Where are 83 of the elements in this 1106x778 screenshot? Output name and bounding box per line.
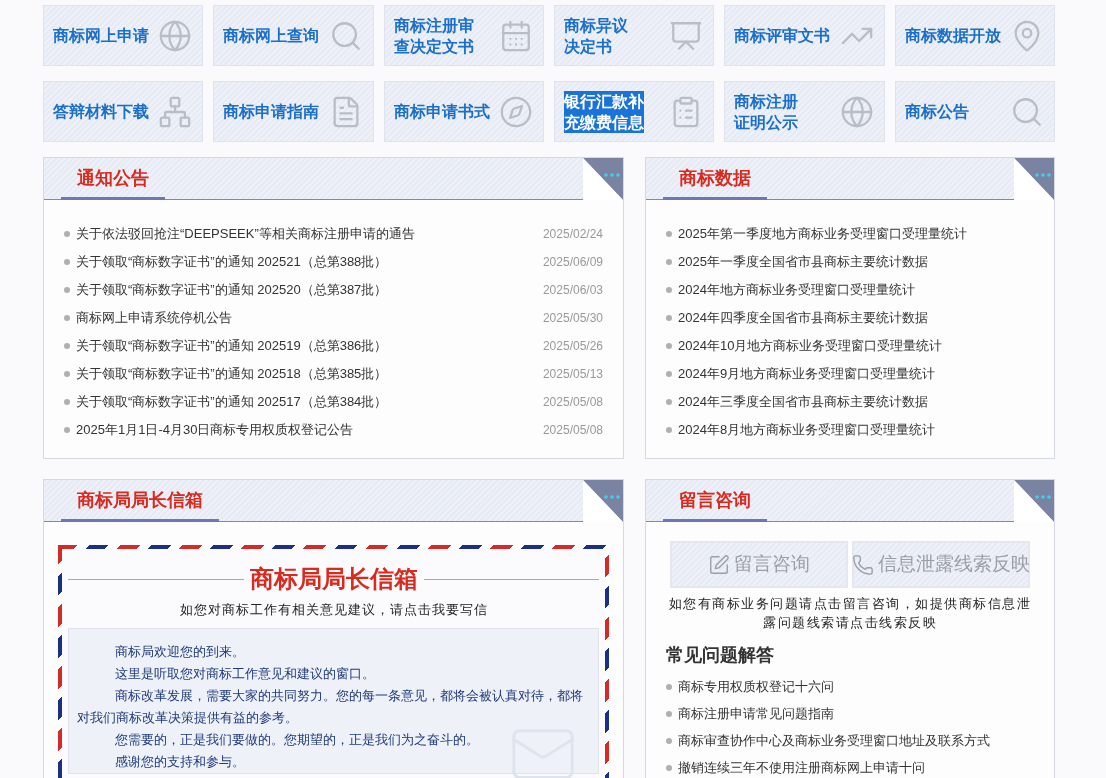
- edit-icon: [708, 553, 730, 576]
- statistics-link[interactable]: 2024年8月地方商标业务受理窗口受理量统计: [678, 420, 936, 440]
- bullet-icon: [64, 399, 70, 405]
- bullet-icon: [666, 399, 672, 405]
- bullet-icon: [64, 287, 70, 293]
- bullet-icon: [666, 231, 672, 237]
- faq-heading: 常见问题解答: [666, 644, 775, 667]
- shortcut-tile[interactable]: 商标网上申请: [43, 5, 204, 66]
- statistics-link[interactable]: 2025年一季度全国省市县商标主要统计数据: [678, 252, 928, 272]
- statistics-link[interactable]: 2025年第一季度地方商标业务受理窗口受理量统计: [678, 224, 967, 244]
- panel-title: 商标局局长信箱: [77, 488, 203, 512]
- shortcut-tile[interactable]: 商标数据开放: [894, 5, 1055, 66]
- mailbox-heading: 商标局局长信箱: [249, 564, 418, 594]
- more-button[interactable]: [1014, 480, 1054, 522]
- bullet-icon: [666, 427, 672, 433]
- notice-link[interactable]: 关于领取“商标数字证书”的通知 202520（总第387批）: [76, 280, 543, 300]
- notice-link[interactable]: 关于依法驳回抢注“DEEPSEEK”等相关商标注册申请的通告: [76, 224, 543, 244]
- shortcut-tile[interactable]: 商标申请指南: [213, 81, 374, 142]
- bullet-icon: [666, 683, 672, 690]
- notice-link[interactable]: 关于领取“商标数字证书”的通知 202517（总第384批）: [76, 392, 543, 412]
- statistics-link[interactable]: 2024年9月地方商标业务受理窗口受理量统计: [678, 364, 936, 384]
- shortcut-tile[interactable]: 商标申请书式: [383, 81, 544, 142]
- shortcut-tile[interactable]: 商标注册 证明公示: [724, 81, 885, 142]
- faq-link[interactable]: 商标审查协作中心及商标业务受理窗口地址及联系方式: [678, 730, 990, 751]
- bullet-icon: [666, 710, 672, 717]
- notice-link[interactable]: 关于领取“商标数字证书”的通知 202521（总第388批）: [76, 252, 543, 272]
- faq-link[interactable]: 撤销连续三年不使用注册商标网上申请十问: [678, 757, 925, 778]
- globe-icon: [839, 94, 874, 129]
- bullet-icon: [666, 371, 672, 377]
- notice-link[interactable]: 商标网上申请系统停机公告: [76, 308, 543, 328]
- panel-title: 通知公告: [77, 166, 149, 190]
- notice-date: 2025/05/30: [542, 310, 603, 327]
- bullet-icon: [666, 764, 672, 771]
- shortcut-tile[interactable]: 商标注册审 查决定文书: [383, 5, 544, 66]
- bullet-icon: [64, 343, 70, 349]
- notice-date: 2025/05/13: [542, 366, 603, 383]
- hierarchy-icon: [158, 94, 193, 129]
- bullet-icon: [666, 343, 672, 349]
- mailbox-subtitle[interactable]: 如您对商标工作有相关意见建议，请点击我要写信: [68, 600, 599, 620]
- notice-date: 2025/05/08: [542, 422, 603, 439]
- letter-paragraph: 商标局欢迎您的到来。: [113, 642, 246, 661]
- notice-date: 2025/05/08: [542, 394, 603, 411]
- bullet-icon: [64, 427, 70, 433]
- faq-link[interactable]: 商标专用权质权登记十六问: [678, 676, 834, 697]
- bullet-icon: [64, 315, 70, 321]
- bullet-icon: [666, 287, 672, 293]
- globe-icon: [158, 18, 193, 53]
- letter-paragraph: 感谢您的支持和参与。: [113, 752, 246, 771]
- more-button[interactable]: [1014, 158, 1054, 200]
- bullet-icon: [64, 259, 70, 265]
- phone-icon: [852, 553, 874, 576]
- statistics-link[interactable]: 2024年10月地方商标业务受理窗口受理量统计: [678, 336, 943, 356]
- letter-paragraph: 这里是听取您对商标工作意见和建议的窗口。: [113, 664, 376, 683]
- notice-link[interactable]: 关于领取“商标数字证书”的通知 202519（总第386批）: [76, 336, 543, 356]
- letter-paragraph: 商标改革发展，需要大家的共同努力。您的每一条意见，都将会被认真对待，都将对我们商标改革决策提供有益的参考。: [77, 686, 584, 727]
- notice-date: 2025/05/26: [542, 338, 603, 355]
- panel-title: 留言咨询: [679, 488, 751, 512]
- letter-paragraph: 您需要的，正是我们要做的。您期望的，正是我们为之奋斗的。: [113, 730, 480, 749]
- statistics-link[interactable]: 2024年地方商标业务受理窗口受理量统计: [678, 280, 915, 300]
- shortcut-tile[interactable]: 答辩材料下载: [43, 81, 204, 142]
- notice-link[interactable]: 关于领取“商标数字证书”的通知 202518（总第385批）: [76, 364, 543, 384]
- notice-date: 2025/06/09: [542, 254, 603, 271]
- statistics-link[interactable]: 2024年四季度全国省市县商标主要统计数据: [678, 308, 928, 328]
- shortcut-tile[interactable]: 商标公告: [894, 81, 1055, 142]
- more-button[interactable]: [583, 158, 623, 200]
- panel-title: 商标数据: [679, 166, 751, 190]
- bullet-icon: [666, 737, 672, 744]
- calendar-icon: [499, 18, 533, 53]
- notice-date: 2025/06/03: [542, 282, 603, 299]
- bullet-icon: [64, 371, 70, 377]
- bullet-icon: [666, 259, 672, 265]
- notice-date: 2025/02/24: [542, 226, 603, 243]
- more-button[interactable]: [583, 480, 623, 522]
- consult-description: 如您有商标业务问题请点击留言咨询，如提供商标信息泄露问题线索请点击线索反映: [667, 595, 1033, 632]
- statistics-link[interactable]: 2024年三季度全国省市县商标主要统计数据: [678, 392, 928, 412]
- shortcut-tile[interactable]: 商标网上查询: [213, 5, 374, 66]
- notice-link[interactable]: 2025年1月1日-4月30日商标专用权质权登记公告: [76, 420, 543, 440]
- shortcut-tile[interactable]: 商标异议 决定书: [554, 5, 715, 66]
- bullet-icon: [666, 315, 672, 321]
- faq-link[interactable]: 商标注册申请常见问题指南: [678, 703, 834, 724]
- bullet-icon: [64, 231, 70, 237]
- compass-icon: [499, 94, 533, 129]
- shortcut-tile[interactable]: 商标评审文书: [724, 5, 885, 66]
